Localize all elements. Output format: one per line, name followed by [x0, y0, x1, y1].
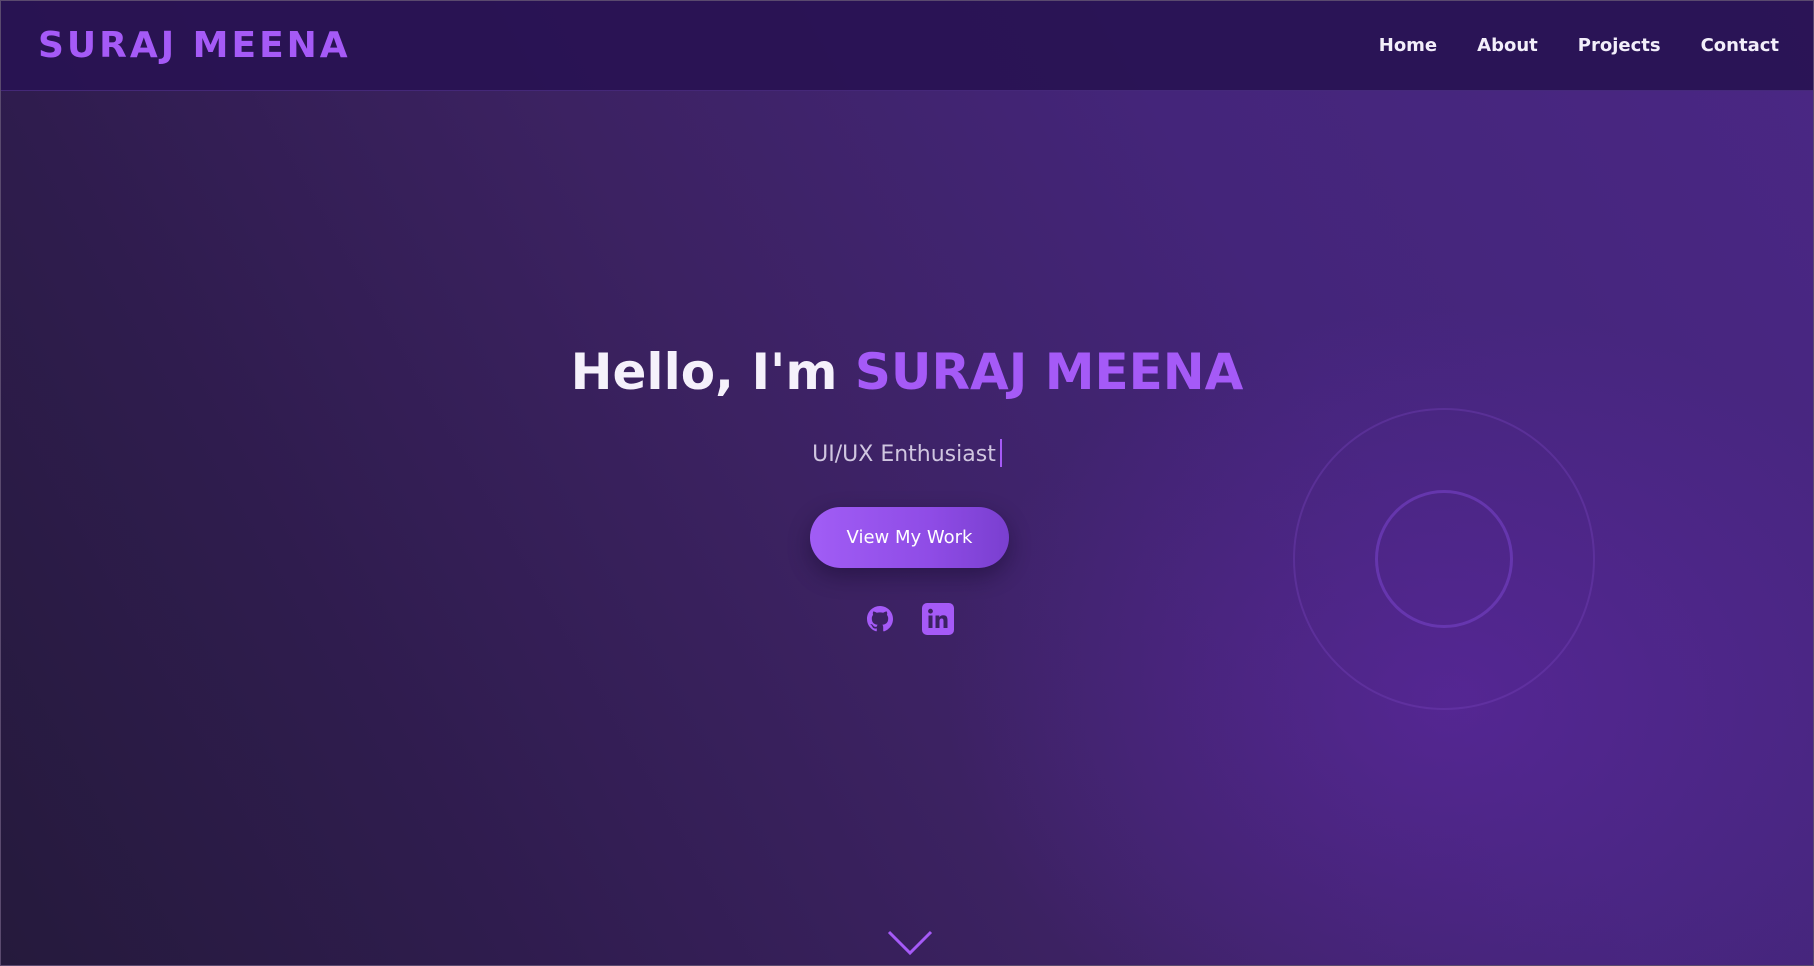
- nav-link-home[interactable]: Home: [1379, 35, 1437, 56]
- chevron-down-icon[interactable]: [887, 929, 933, 957]
- typed-role: UI/UX Enthusiast: [812, 442, 996, 467]
- hero-name: SURAJ MEENA: [854, 343, 1244, 401]
- page-frame: SURAJ MEENA Home About Projects Contact …: [0, 0, 1814, 966]
- hero-headline: Hello, I'm SURAJ MEENA: [1, 343, 1813, 401]
- github-icon[interactable]: [864, 603, 896, 635]
- nav-link-contact[interactable]: Contact: [1701, 35, 1779, 56]
- greeting-text: Hello, I'm: [570, 343, 855, 401]
- typing-cursor: [999, 439, 1002, 467]
- hero-section: Hello, I'm SURAJ MEENA UI/UX Enthusiast …: [1, 91, 1813, 965]
- navbar: SURAJ MEENA Home About Projects Contact: [1, 1, 1813, 91]
- site-logo[interactable]: SURAJ MEENA: [38, 25, 351, 66]
- social-links: [864, 603, 954, 635]
- view-my-work-button[interactable]: View My Work: [810, 507, 1009, 568]
- nav-links: Home About Projects Contact: [1379, 35, 1779, 56]
- hero-subtitle: UI/UX Enthusiast: [1, 439, 1813, 467]
- nav-link-about[interactable]: About: [1477, 35, 1538, 56]
- nav-link-projects[interactable]: Projects: [1578, 35, 1661, 56]
- linkedin-icon[interactable]: [922, 603, 954, 635]
- inner-ring: [1375, 490, 1513, 628]
